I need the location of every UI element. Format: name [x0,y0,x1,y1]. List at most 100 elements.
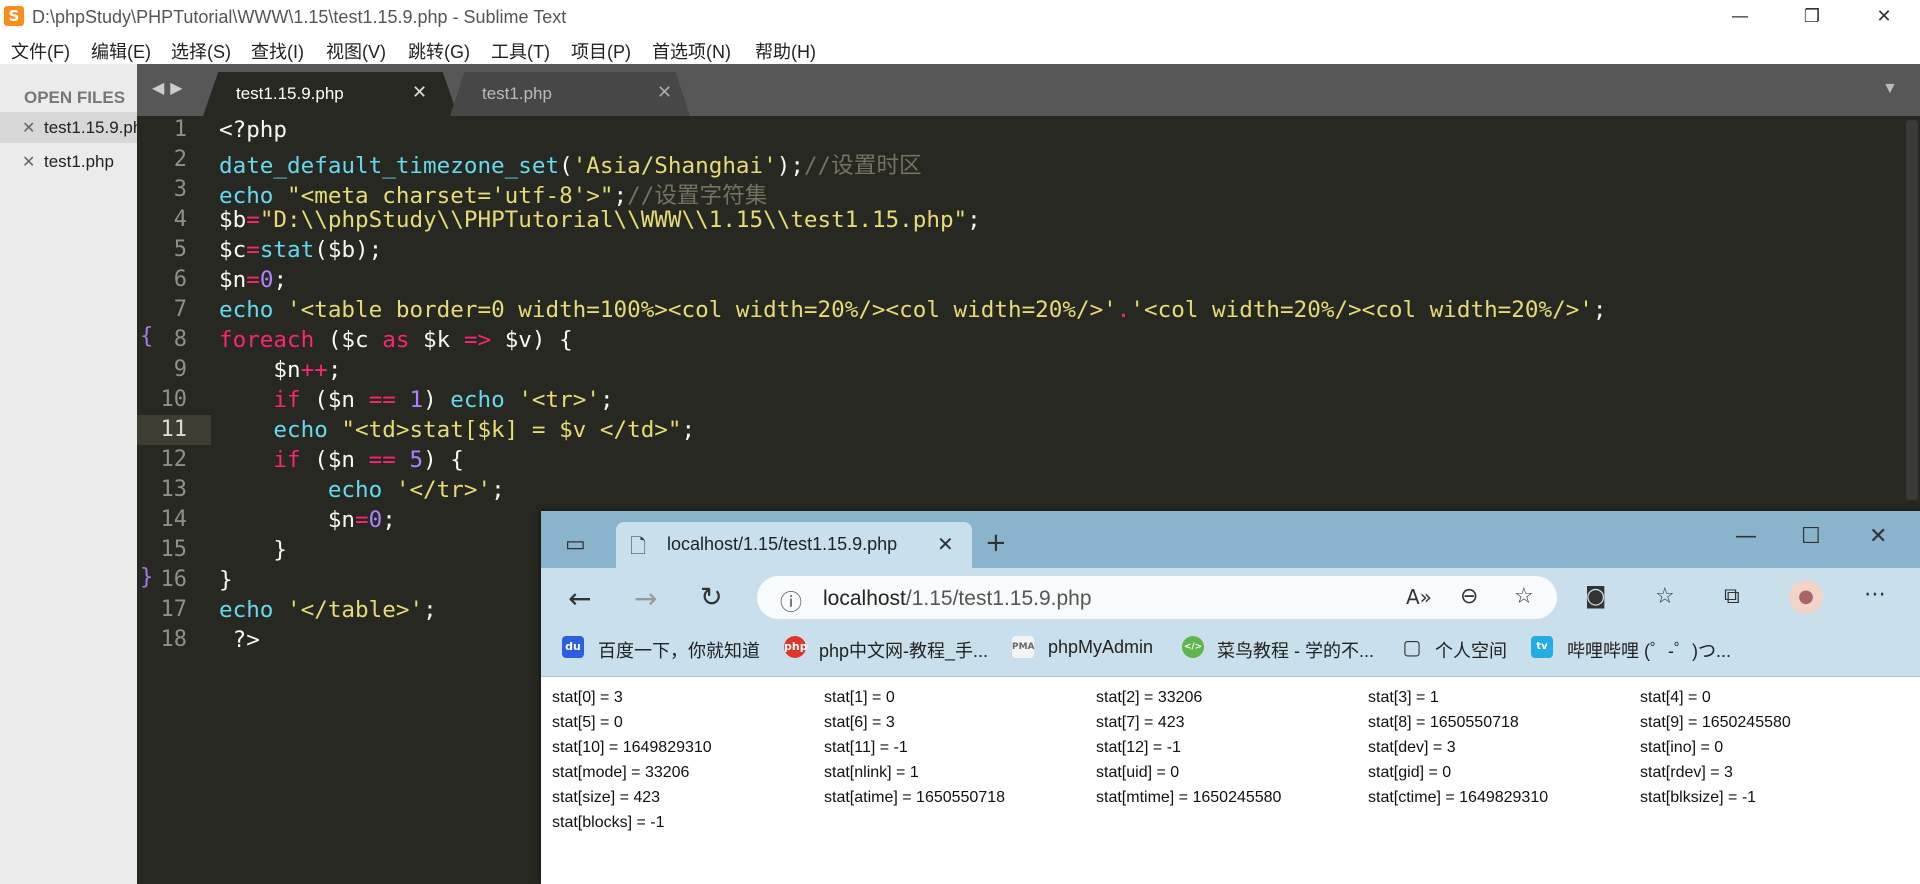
tab-close-icon[interactable]: ✕ [657,82,672,103]
menu-selection[interactable]: 选择(S) [171,38,231,64]
menu-edit[interactable]: 编辑(E) [91,38,151,64]
code-line[interactable]: echo "<td>stat[$k] = $v </td>"; [219,417,695,443]
collections-icon[interactable]: ⧉ [1724,584,1740,609]
page-icon: ▢ [1402,635,1422,659]
code-token: echo [219,597,274,623]
new-tab-icon[interactable]: + [985,528,1007,558]
restore-icon[interactable]: ❐ [1792,4,1832,30]
code-token: <?php [219,117,288,143]
code-token: "<td>stat[$k] = $v </td>" [327,417,682,443]
code-line[interactable]: echo '</tr>'; [219,477,505,503]
favorite-link[interactable]: 个人空间 [1435,637,1507,663]
code-line[interactable]: $n++; [219,357,341,383]
favorite-link[interactable]: 哔哩哔哩 (゜-゜)つ... [1567,637,1731,663]
more-menu-icon[interactable]: ⋯ [1864,582,1886,607]
code-line[interactable]: <?php [219,117,287,143]
stat-cell: stat[4] = 0 [1640,689,1711,706]
menu-find[interactable]: 查找(I) [251,38,304,64]
tab-dropdown-icon[interactable]: ▼ [1882,80,1898,98]
minimize-icon[interactable]: — [1720,4,1760,30]
code-token: '<col width=20%/><col width=20%/>' [1130,297,1593,323]
code-line[interactable]: } [219,567,233,593]
code-line[interactable]: echo '<table border=0 width=100%><col wi… [219,297,1607,323]
close-icon[interactable]: ✕ [1864,4,1904,30]
browser-tab-title[interactable]: localhost/1.15/test1.15.9.php [667,534,897,555]
line-number: 3 [173,177,187,202]
minimize-icon[interactable]: — [1735,524,1757,549]
code-token: stat [259,237,315,263]
code-line[interactable]: date_default_timezone_set('Asia/Shanghai… [219,147,922,180]
code-line[interactable]: $n=0; [219,507,396,533]
code-line[interactable]: ?> [219,627,260,653]
close-file-icon[interactable]: ✕ [22,152,35,172]
code-token: as [382,327,410,353]
stat-cell: stat[size] = 423 [552,789,661,806]
favorite-link[interactable]: php中文网-教程_手... [819,637,988,663]
code-token: 0 [368,507,383,533]
php-icon: php [784,636,808,658]
code-token: == [368,387,396,413]
stat-cell: stat[0] = 3 [552,689,623,706]
menu-file[interactable]: 文件(F) [11,38,70,64]
read-aloud-icon[interactable]: A» [1406,585,1432,609]
code-token: 5 [409,447,424,473]
profile-avatar[interactable]: ● [1789,580,1823,614]
extension-icon[interactable]: ◙ [1585,584,1606,609]
code-token: $n [219,507,356,533]
code-token: ; [1592,297,1607,323]
stat-cell: stat[6] = 3 [824,714,895,731]
tab-label[interactable]: test1.php [482,84,552,104]
fold-close-icon[interactable]: } [140,565,153,590]
code-line[interactable]: if ($n == 1) echo '<tr>'; [219,387,613,413]
code-line[interactable]: $c=stat($b); [219,237,382,263]
code-line[interactable]: echo "<meta charset='utf-8'>";//设置字符集 [219,177,767,210]
fold-open-icon[interactable]: { [140,324,153,349]
code-line[interactable]: $b="D:\\phpStudy\\PHPTutorial\\WWW\\1.15… [219,207,981,233]
favorite-link[interactable]: 百度一下，你就知道 [598,637,760,663]
favorite-link[interactable]: phpMyAdmin [1048,637,1153,658]
close-file-icon[interactable]: ✕ [22,118,35,138]
line-number: 13 [160,477,188,502]
menu-view[interactable]: 视图(V) [326,38,386,64]
bilibili-icon: tv [1531,636,1553,658]
code-token: = [355,507,369,533]
code-line[interactable]: foreach ($c as $k => $v) { [219,327,573,353]
sublime-logo-icon: S [4,6,24,26]
add-favorite-icon[interactable]: ☆ [1514,584,1534,609]
info-icon[interactable]: ⓘ [780,585,802,617]
code-line[interactable]: $n=0; [219,267,287,293]
back-icon[interactable]: ← [568,582,591,615]
menu-help[interactable]: 帮助(H) [755,38,816,64]
tab-actions-icon[interactable]: ▭ [565,532,586,557]
tab-label[interactable]: test1.15.9.php [236,84,344,104]
tab-close-icon[interactable]: ✕ [937,532,954,556]
stat-cell: stat[gid] = 0 [1368,764,1452,781]
menu-project[interactable]: 项目(P) [571,38,631,64]
code-line[interactable]: if ($n == 5) { [219,447,463,473]
code-token: '<table border=0 width=100%><col width=2… [273,297,1117,323]
favorites-icon[interactable]: ☆ [1655,584,1675,609]
code-line[interactable]: } [219,537,287,563]
menu-tools[interactable]: 工具(T) [491,38,550,64]
favorite-link[interactable]: 菜鸟教程 - 学的不... [1217,637,1374,663]
forward-icon[interactable]: → [634,582,657,615]
zoom-out-icon[interactable]: ⊖ [1460,584,1478,609]
close-icon[interactable]: ✕ [1869,524,1887,549]
code-token: $c [219,237,247,263]
menu-goto[interactable]: 跳转(G) [408,38,470,64]
maximize-icon[interactable]: ☐ [1801,524,1821,549]
runoob-icon: </> [1182,636,1204,658]
code-token: '</table>' [273,597,424,623]
scrollbar[interactable] [1906,120,1918,500]
refresh-icon[interactable]: ↻ [700,582,723,613]
tab-close-icon[interactable]: ✕ [412,82,427,103]
tab-nav-arrows-icon[interactable]: ◀▶ [152,78,189,98]
menu-preferences[interactable]: 首选项(N) [652,38,731,64]
code-line[interactable]: echo '</table>'; [219,597,437,623]
open-file-name[interactable]: test1.15.9.php [44,118,137,138]
url-text[interactable]: localhost/1.15/test1.15.9.php [823,587,1092,611]
open-file-name[interactable]: test1.php [44,152,114,172]
stat-cell: stat[7] = 423 [1096,714,1185,731]
code-token: $b [219,207,247,233]
